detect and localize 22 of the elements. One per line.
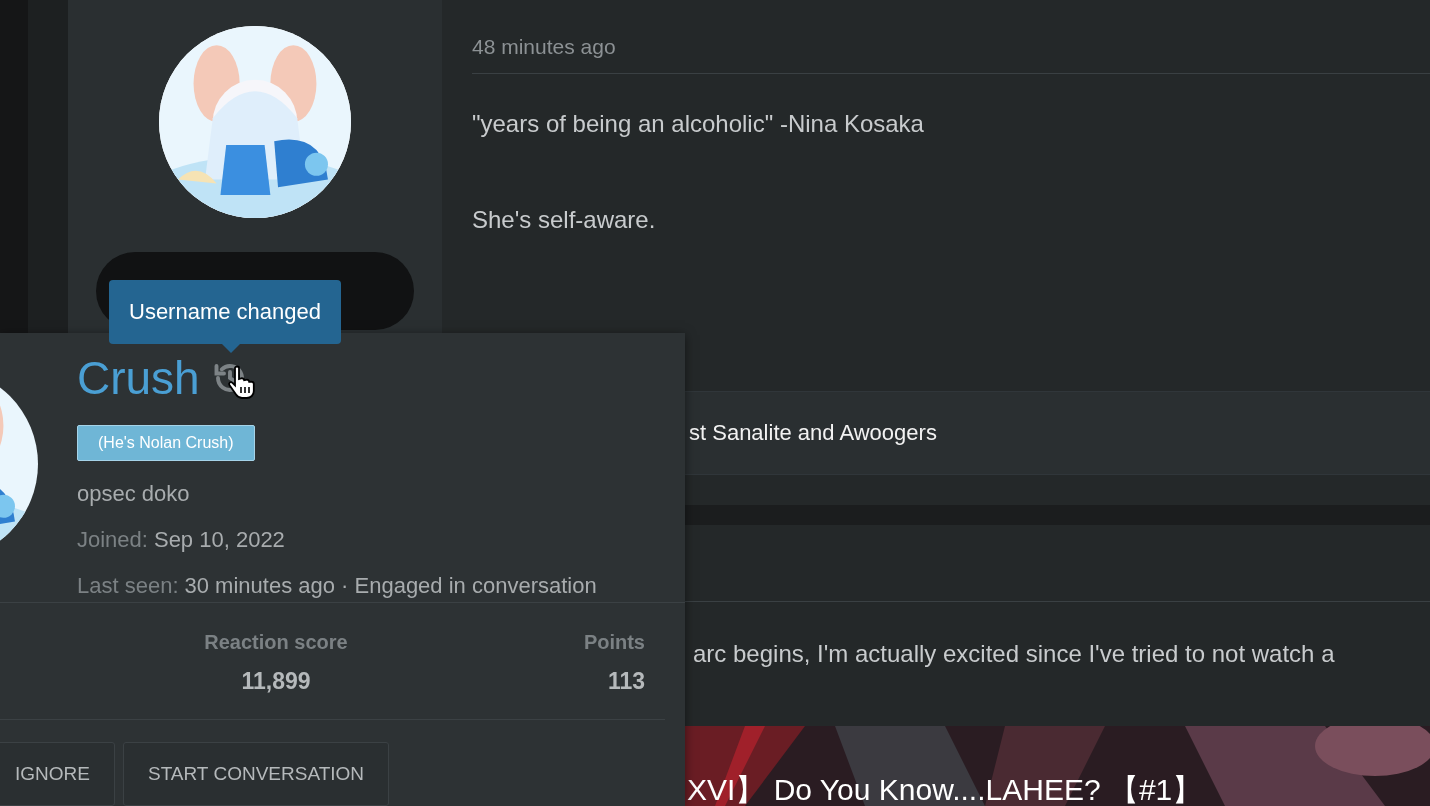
tooltip: Username changed [109,280,341,344]
joined-label: Joined: [77,527,148,553]
tooltip-arrow [222,344,240,353]
stat-label: Points [583,630,645,654]
hand-cursor-icon [227,365,255,399]
post-text: "years of being an alcoholic" -Nina Kosaka [472,110,925,138]
stat-value: 113 [607,667,645,695]
post-time: 48 minutes ago [472,0,1430,74]
ignore-button[interactable]: IGNORE [0,742,115,806]
post-text: She's self-aware. [472,206,657,234]
username[interactable]: Crush [77,351,200,405]
post-text: arc begins, I'm actually excited since I've tried to not watch a [693,640,1335,667]
stat-label: Reaction score [204,630,348,654]
last-seen-value: 30 minutes ago · Engaged in conversation [184,573,597,599]
signature-text: st Sanalite and Awoogers [689,420,937,446]
user-banner: (He's Nolan Crush) [77,425,255,461]
stat-value: 11,899 [241,667,311,695]
video-title: XVI】 Do You Know....LAHEE? 【#1】 [687,772,1203,806]
user-title: opsec doko [77,481,190,507]
joined-date: Sep 10, 2022 [153,527,285,553]
start-conversation-button[interactable]: START CONVERSATION [122,742,390,806]
last-seen-label: Last seen: [77,573,179,599]
